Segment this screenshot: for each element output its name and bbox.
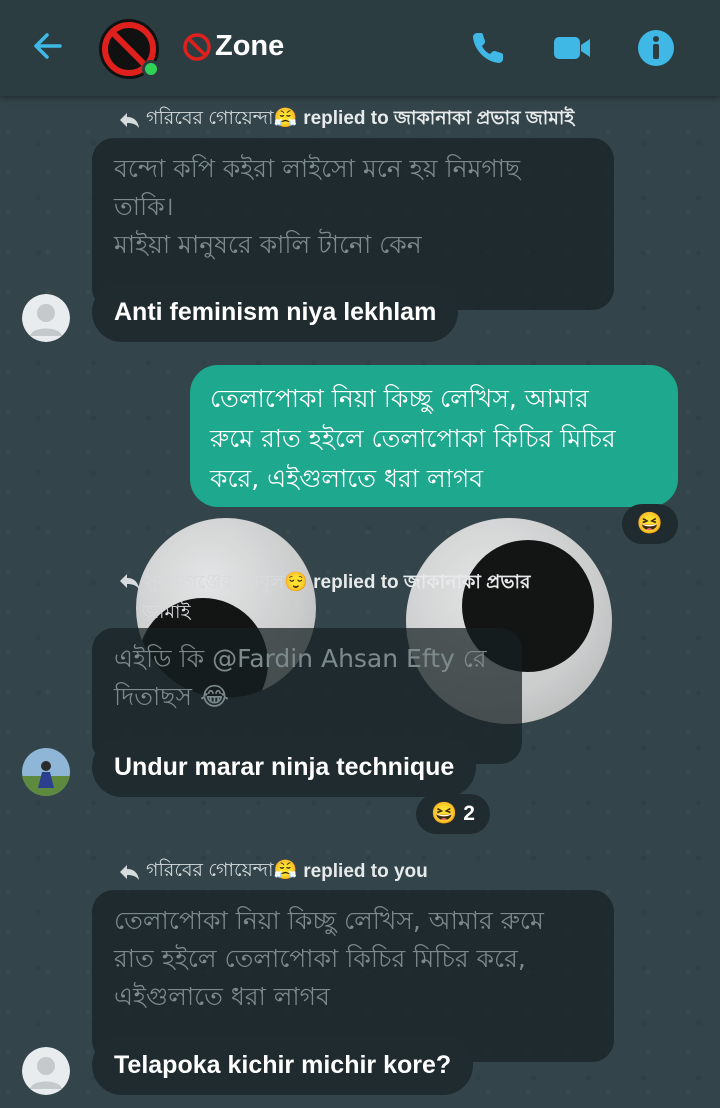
message-text: Anti feminism niya lekhlam xyxy=(114,298,437,326)
reply-arrow-icon xyxy=(120,865,139,880)
video-icon[interactable] xyxy=(552,28,592,68)
phone-icon[interactable] xyxy=(468,28,508,68)
message-text: Undur marar ninja technique xyxy=(114,753,455,781)
reply-header: সুনামগঞ্জের আবুল😌 replied to জাকানাকা প্… xyxy=(118,568,588,628)
message-text: Telapoka kichir michir kore? xyxy=(114,1051,452,1079)
avatar[interactable] xyxy=(22,748,70,796)
chat-title[interactable]: Zone xyxy=(182,30,284,63)
reply-arrow-icon xyxy=(120,574,139,589)
reply-arrow-icon xyxy=(120,113,139,128)
my-message-bubble[interactable]: তেলাপোকা নিয়া কিচ্ছু লেখিস, আমার রুমে র… xyxy=(190,365,678,507)
arrow-left-icon[interactable] xyxy=(28,26,68,66)
avatar[interactable] xyxy=(22,294,70,342)
quoted-line: তাকি। xyxy=(114,192,174,221)
quoted-line: তেলাপোকা নিয়া কিচ্ছু লেখিস, আমার রুমে xyxy=(114,906,544,935)
prohibited-icon xyxy=(183,32,211,61)
message-bubble[interactable]: Telapoka kichir michir kore? xyxy=(92,1035,474,1095)
reply-header: গরিবের গোয়েন্দা😤 replied to you xyxy=(118,856,428,888)
message-bubble[interactable]: Undur marar ninja technique xyxy=(92,737,477,797)
reply-target: replied to জাকানাকা প্রভার জামাই xyxy=(303,108,575,129)
quoted-line: রাত হইলে তেলাপোকা কিচির মিচির করে, xyxy=(114,944,526,973)
reply-sender: গরিবের গোয়েন্দা😤 xyxy=(146,108,298,129)
reply-sender: সুনামগঞ্জের আবুল😌 xyxy=(145,572,308,593)
reaction-badge[interactable]: 😆 2 xyxy=(416,794,490,834)
chat-title-text: Zone xyxy=(215,30,285,62)
online-indicator xyxy=(142,60,160,78)
reply-header: গরিবের গোয়েন্দা😤 replied to জাকানাকা প্… xyxy=(118,104,574,136)
quoted-line: এইডি কি @Fardin Ahsan Efty রে xyxy=(114,644,487,673)
reaction-emoji: 😆 xyxy=(636,512,664,535)
quoted-line: এইগুলাতে ধরা লাগব xyxy=(114,982,330,1011)
quoted-line: দিতাছস 😂 xyxy=(114,682,230,711)
reaction-count: 2 xyxy=(463,802,475,825)
message-line: রুমে রাত হইলে তেলাপোকা কিচির মিচির xyxy=(210,424,616,453)
info-icon[interactable] xyxy=(636,28,676,68)
reply-target-cont: জামাই xyxy=(142,602,191,623)
message-bubble[interactable]: Anti feminism niya lekhlam xyxy=(92,282,459,342)
reaction-badge[interactable]: 😆 xyxy=(622,504,678,544)
reply-target: replied to জাকানাকা প্রভার xyxy=(313,572,531,593)
chat-header: Zone xyxy=(0,0,720,96)
quoted-line: বন্দো কপি কইরা লাইসো মনে হয় নিমগাছ xyxy=(114,154,521,183)
message-line: তেলাপোকা নিয়া কিচ্ছু লেখিস, আমার xyxy=(210,384,589,413)
reaction-emoji: 😆 xyxy=(431,802,458,825)
message-line: করে, এইগুলাতে ধরা লাগব xyxy=(210,464,484,493)
reply-sender: গরিবের গোয়েন্দা😤 xyxy=(146,860,298,881)
avatar[interactable] xyxy=(22,1047,70,1095)
reply-target: replied to you xyxy=(303,861,428,882)
quoted-line: মাইয়া মানুষরে কালি টানো কেন xyxy=(114,230,422,259)
